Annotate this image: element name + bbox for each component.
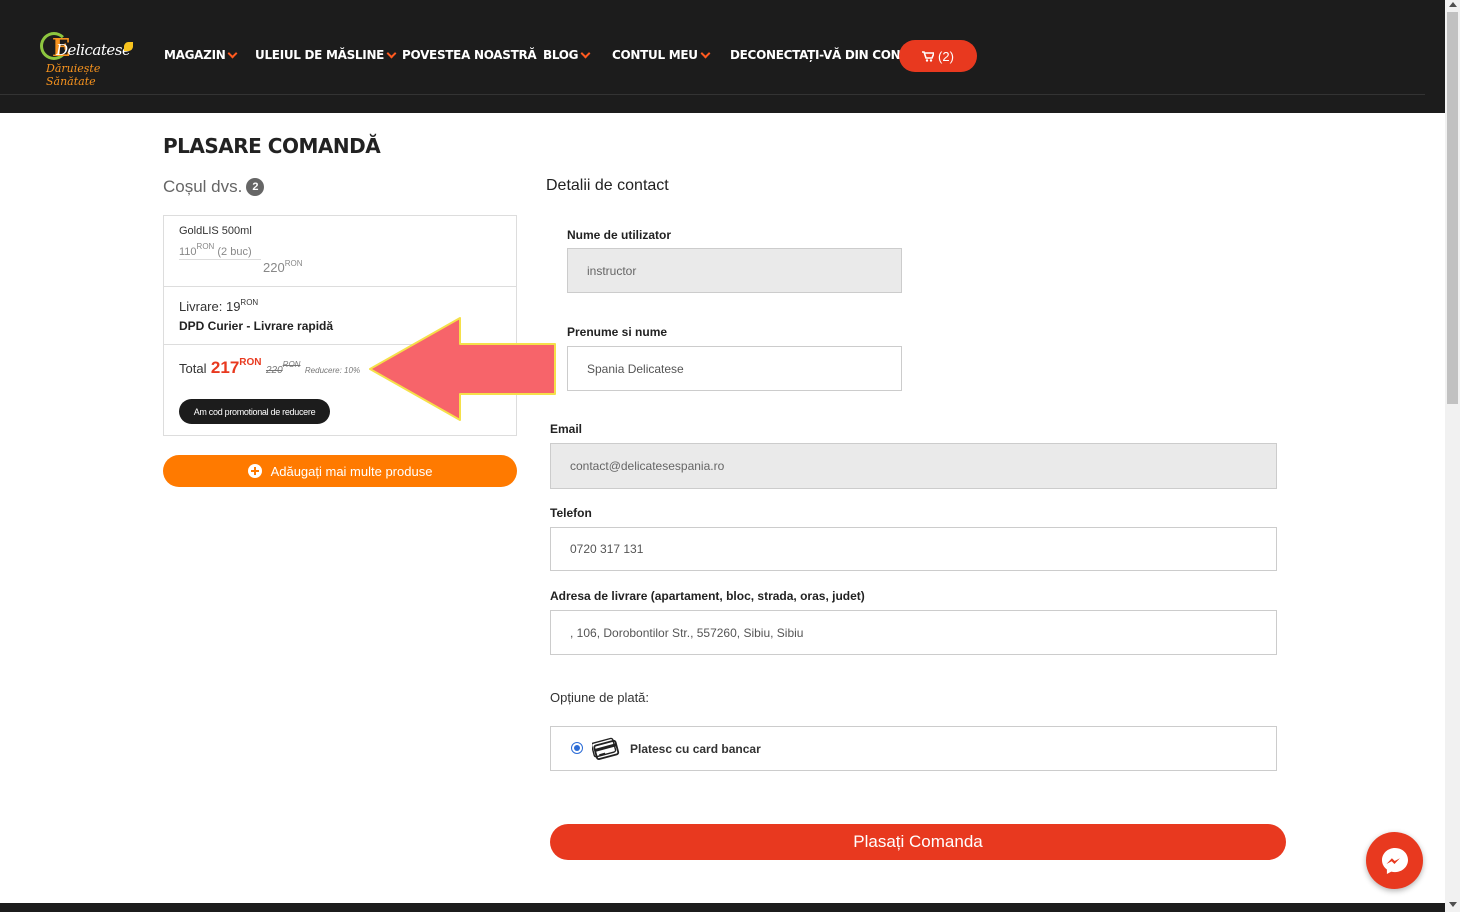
messenger-icon: [1381, 847, 1408, 874]
logo-brand: Delicatese: [56, 41, 131, 59]
order-total: Total 217RON 220RON Reducere: 10%: [179, 357, 361, 377]
address-label: Adresa de livrare (apartament, bloc, str…: [550, 589, 865, 603]
plus-circle-icon: [247, 464, 262, 478]
username-field[interactable]: [567, 248, 902, 293]
messenger-chat-button[interactable]: [1366, 832, 1423, 889]
logo-tagline: Dăruiește Sănătate: [46, 62, 101, 88]
nav-item-povestea-noastra[interactable]: POVESTEA NOASTRĂ: [402, 48, 537, 62]
add-more-products-button[interactable]: Adăugați mai multe produse: [163, 455, 517, 487]
credit-card-icon: [592, 737, 620, 761]
address-field[interactable]: [550, 610, 1277, 655]
cart-button[interactable]: (2): [899, 40, 977, 72]
nav-item-blog[interactable]: BLOG: [543, 48, 591, 62]
footer-bar: [0, 903, 1445, 912]
scroll-down-icon[interactable]: [1449, 902, 1457, 907]
payment-option-label: Platesc cu card bancar: [630, 742, 761, 756]
product-unit-price: 110RON (2 buc): [179, 242, 252, 258]
scrollbar-thumb[interactable]: [1447, 12, 1458, 404]
contact-title: Detalii de contact: [546, 177, 669, 194]
product-name[interactable]: GoldLIS 500ml: [179, 225, 252, 237]
payment-option-card[interactable]: Platesc cu card bancar: [550, 726, 1277, 771]
chevron-down-icon: [580, 48, 591, 59]
shipping-method: DPD Curier - Livrare rapidă: [179, 319, 334, 333]
logo[interactable]: E Delicatese Dăruiește Sănătate: [38, 30, 133, 88]
product-line-total: 220RON: [263, 259, 303, 275]
fullname-label: Prenume si nume: [567, 325, 668, 339]
phone-label: Telefon: [550, 506, 592, 520]
cart-count-badge: 2: [246, 178, 265, 196]
payment-label: Opțiune de plată:: [550, 690, 650, 705]
header-divider: [0, 94, 1425, 95]
fullname-field[interactable]: [567, 346, 902, 391]
scroll-up-icon[interactable]: [1449, 2, 1457, 7]
username-label: Nume de utilizator: [567, 228, 672, 242]
annotation-arrow-icon: [369, 317, 556, 421]
cart-title: Coșul dvs. 2: [163, 177, 265, 197]
site-header: E Delicatese Dăruiește Sănătate MAGAZIN …: [0, 0, 1445, 113]
payment-radio[interactable]: [571, 742, 583, 754]
phone-field[interactable]: [550, 527, 1277, 571]
page-title: PLASARE COMANDĂ: [163, 134, 381, 158]
chevron-down-icon: [228, 48, 238, 59]
promo-code-button[interactable]: Am cod promotional de reducere: [179, 399, 330, 424]
email-field[interactable]: [550, 443, 1277, 489]
email-label: Email: [550, 422, 583, 436]
divider: [179, 259, 261, 260]
nav-item-logout[interactable]: DECONECTAȚI-VĂ DIN CONT: [730, 48, 909, 62]
nav-item-contul-meu[interactable]: CONTUL MEU: [612, 48, 711, 62]
cart-icon: [922, 50, 935, 62]
nav-item-uleiul-de-masline[interactable]: ULEIUL DE MĂSLINE: [255, 48, 397, 62]
old-price: 220RON: [265, 360, 301, 376]
nav-item-magazin[interactable]: MAGAZIN: [164, 48, 238, 62]
shipping-cost: Livrare: 19RON: [179, 298, 259, 314]
chevron-down-icon: [386, 48, 397, 59]
logo-leaf-icon: [124, 42, 133, 51]
cart-count-label: (2): [938, 48, 954, 64]
place-order-button[interactable]: Plasați Comanda: [550, 824, 1286, 860]
total-value: 217RON: [210, 357, 262, 377]
cart-product-row: GoldLIS 500ml 110RON (2 buc) 220RON: [164, 216, 516, 287]
chevron-down-icon: [700, 48, 711, 59]
discount-label: Reducere: 10%: [304, 366, 361, 375]
